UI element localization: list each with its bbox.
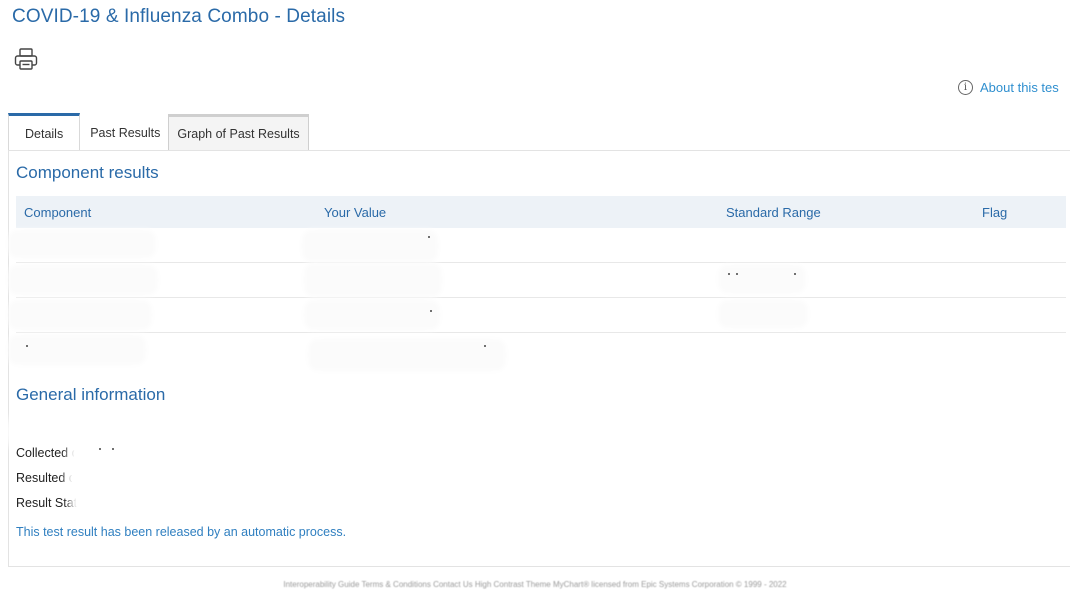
column-header-flag: Flag xyxy=(982,204,1008,220)
printer-icon[interactable] xyxy=(12,46,40,74)
table-row xyxy=(12,298,1066,333)
info-circle-icon: i xyxy=(958,80,973,95)
about-this-test-label: About this tes xyxy=(980,80,1059,95)
column-header-standard-range: Standard Range xyxy=(726,204,821,220)
automatic-release-note: This test result has been released by an… xyxy=(16,525,347,539)
table-header-row: Component Your Value Standard Range Flag xyxy=(16,196,1066,228)
table-row xyxy=(12,263,1066,298)
redacted-block xyxy=(76,492,178,512)
tab-details[interactable]: Details xyxy=(8,113,81,151)
result-tabs: Details Past Results Graph of Past Resul… xyxy=(8,112,309,151)
redaction-artifact xyxy=(484,345,486,347)
about-this-test-link[interactable]: i About this tes xyxy=(958,80,1059,95)
redacted-block xyxy=(722,269,802,289)
redacted-block xyxy=(308,267,438,293)
redacted-block xyxy=(312,343,502,367)
column-header-your-value: Your Value xyxy=(324,204,387,220)
table-row xyxy=(12,333,1066,367)
component-results-heading: Component results xyxy=(16,163,159,182)
redacted-block xyxy=(12,269,154,291)
redacted-block xyxy=(308,304,436,326)
redacted-block xyxy=(12,304,148,326)
redaction-artifact xyxy=(736,273,738,275)
redaction-artifact xyxy=(430,310,432,312)
tab-past-results[interactable]: Past Results xyxy=(80,116,168,150)
redaction-artifact xyxy=(794,273,796,275)
footer-links[interactable]: Interoperability Guide Terms & Condition… xyxy=(0,580,1070,592)
redacted-block xyxy=(12,339,142,361)
redacted-block xyxy=(74,444,232,466)
redacted-block xyxy=(12,420,276,444)
redaction-artifact xyxy=(428,236,430,238)
redaction-artifact xyxy=(26,345,28,347)
column-header-component: Component xyxy=(24,204,92,220)
component-results-table: Component Your Value Standard Range Flag xyxy=(12,196,1066,367)
general-information-heading: General information xyxy=(16,385,166,404)
redaction-artifact xyxy=(112,448,114,450)
redacted-block xyxy=(12,234,152,254)
redacted-block xyxy=(722,304,804,324)
redacted-block xyxy=(306,234,434,258)
page-title: COVID-19 & Influenza Combo - Details xyxy=(12,6,346,27)
table-row xyxy=(12,228,1066,263)
redaction-artifact xyxy=(99,448,101,450)
tab-graph-of-past-results[interactable]: Graph of Past Results xyxy=(168,114,309,150)
redacted-block xyxy=(72,466,230,490)
redaction-artifact xyxy=(728,273,730,275)
